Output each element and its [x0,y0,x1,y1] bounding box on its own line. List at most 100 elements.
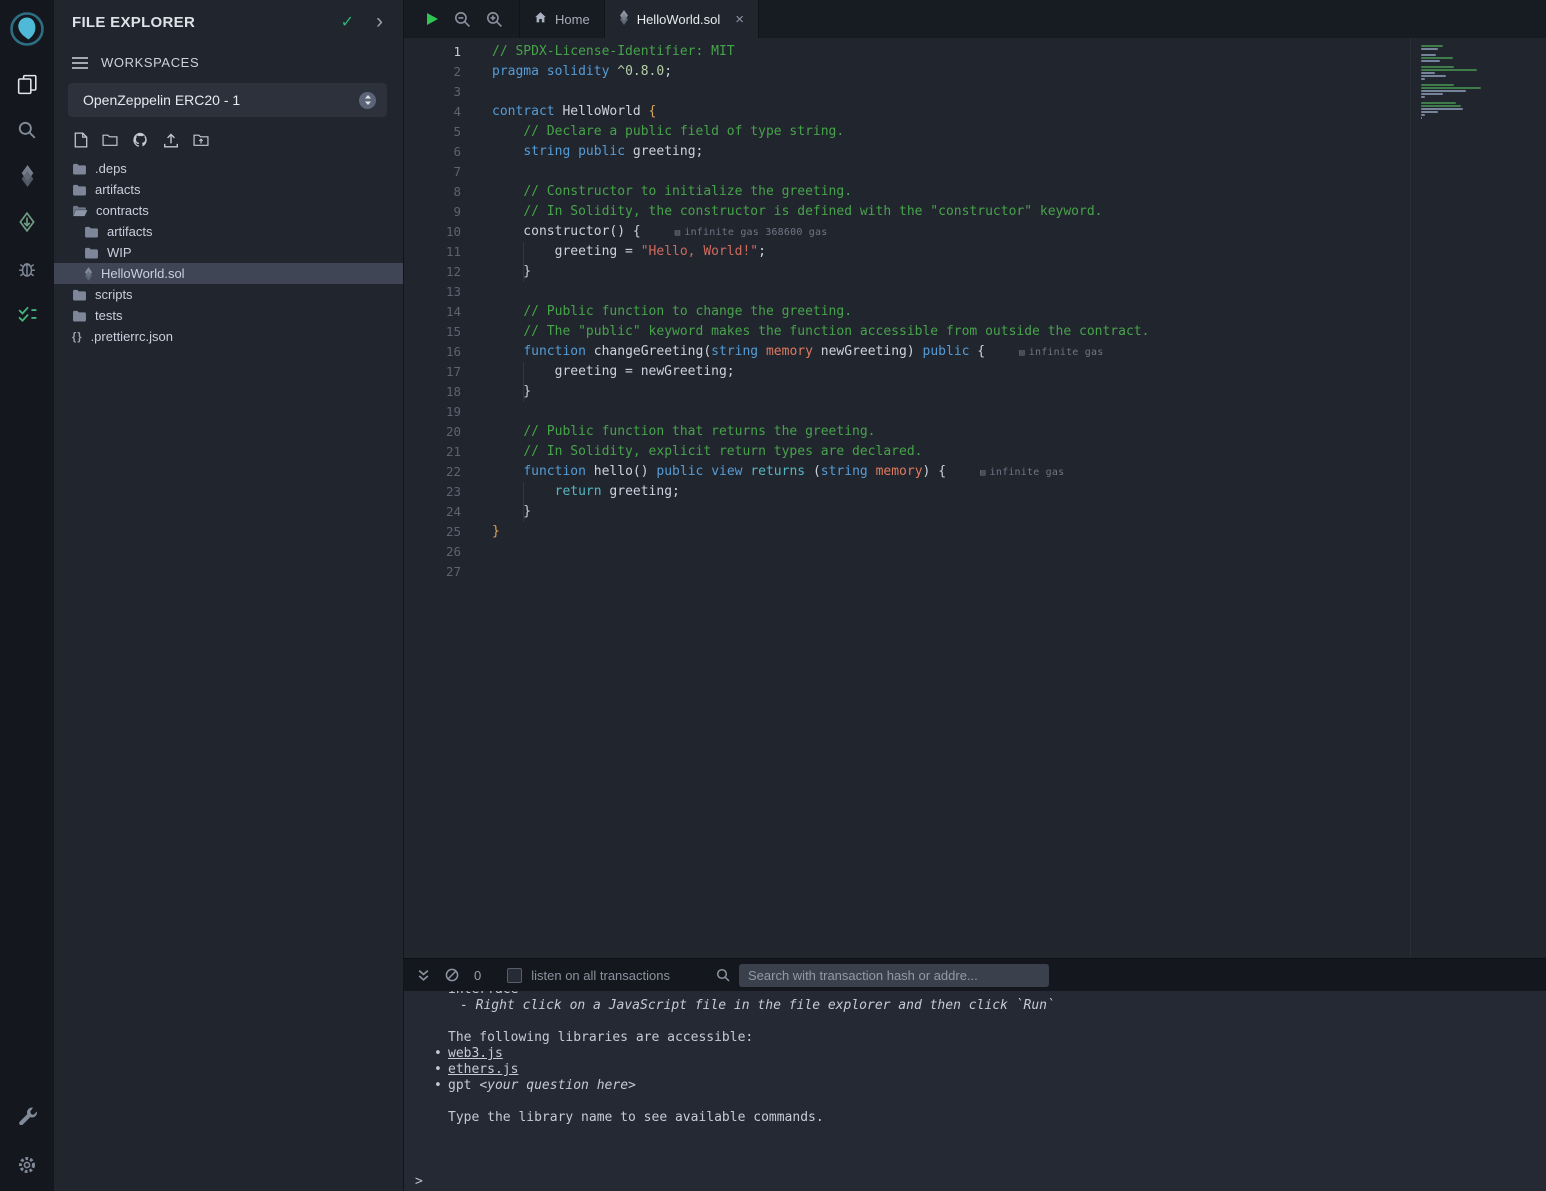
code-line[interactable]: 18 } [404,382,1546,402]
tree-item-label: .deps [95,161,127,176]
code-line[interactable]: 26 [404,542,1546,562]
code-line[interactable]: 13 [404,282,1546,302]
code-line[interactable]: 20 // Public function that returns the g… [404,422,1546,442]
solidity-compiler-icon[interactable] [15,164,39,188]
remix-logo[interactable] [8,8,46,50]
new-file-icon[interactable] [74,132,88,148]
code-line[interactable]: 11 greeting = "Hello, World!"; [404,242,1546,262]
code-line[interactable]: 16 function changeGreeting(string memory… [404,342,1546,362]
line-number: 25 [404,522,461,542]
terminal-search-input[interactable] [739,964,1049,987]
tree-item-artifacts[interactable]: artifacts [54,179,403,200]
debugger-icon[interactable] [15,256,39,280]
tree-item-artifacts[interactable]: artifacts [54,221,403,242]
workspace-switch-icon[interactable] [359,92,376,109]
workspace-select[interactable]: OpenZeppelin ERC20 - 1 [68,83,387,117]
code-editor[interactable]: 1// SPDX-License-Identifier: MIT2pragma … [404,38,1546,958]
code-line[interactable]: 19 [404,402,1546,422]
run-script-icon[interactable] [425,12,439,26]
tree-item-label: HelloWorld.sol [101,266,185,281]
code-line[interactable]: 1// SPDX-License-Identifier: MIT [404,42,1546,62]
code-line[interactable]: 15 // The "public" keyword makes the fun… [404,322,1546,342]
code-text: // In Solidity, the constructor is defin… [461,202,1103,222]
tree-item-helloworld-sol[interactable]: HelloWorld.sol [54,263,403,284]
code-line[interactable]: 6 string public greeting; [404,142,1546,162]
code-line[interactable]: 9 // In Solidity, the constructor is def… [404,202,1546,222]
settings-icon[interactable] [15,1153,39,1177]
minimap-line [1421,96,1425,98]
chevron-right-icon[interactable]: › [376,15,383,29]
plugin-manager-icon[interactable] [15,1103,39,1127]
code-text: // Declare a public field of type string… [461,122,844,142]
line-number: 18 [404,382,461,402]
solidity-file-icon [619,10,629,28]
tree-item-tests[interactable]: tests [54,305,403,326]
code-line[interactable]: 2pragma solidity ^0.8.0; [404,62,1546,82]
minimap[interactable] [1410,38,1546,958]
code-text [461,542,492,562]
publish-gist-icon[interactable] [163,133,179,148]
line-number: 10 [404,222,461,242]
code-line[interactable]: 21 // In Solidity, explicit return types… [404,442,1546,462]
code-line[interactable]: 8 // Constructor to initialize the greet… [404,182,1546,202]
file-explorer-icon[interactable] [15,72,39,96]
code-line[interactable]: 24 } [404,502,1546,522]
code-text: // Public function that returns the gree… [461,422,876,442]
code-line[interactable]: 3 [404,82,1546,102]
expand-terminal-icon[interactable] [417,969,430,982]
code-line[interactable]: 17 greeting = newGreeting; [404,362,1546,382]
folder-icon [84,247,99,259]
line-number: 24 [404,502,461,522]
line-number: 19 [404,402,461,422]
load-local-file-icon[interactable] [193,133,209,147]
code-text [461,162,492,182]
folder-open-icon [72,205,88,217]
line-number: 11 [404,242,461,262]
file-explorer-header: FILE EXPLORER ✓ › [54,0,403,32]
zoom-out-icon[interactable] [454,11,471,28]
code-line[interactable]: 10 constructor() {▤infinite gas 368600 g… [404,222,1546,242]
minimap-line [1421,51,1546,53]
new-folder-icon[interactable] [102,133,118,147]
tab-helloworld-sol[interactable]: HelloWorld.sol × [605,0,759,38]
terminal-line [448,1158,1546,1174]
code-line[interactable]: 5 // Declare a public field of type stri… [404,122,1546,142]
code-line[interactable]: 27 [404,562,1546,582]
code-line[interactable]: 25} [404,522,1546,542]
gas-icon: ▤ [980,468,986,478]
tree-item-deps[interactable]: .deps [54,158,403,179]
code-line[interactable]: 14 // Public function to change the gree… [404,302,1546,322]
listen-transactions-checkbox[interactable] [507,968,522,983]
tree-item-scripts[interactable]: scripts [54,284,403,305]
line-number: 17 [404,362,461,382]
code-line[interactable]: 7 [404,162,1546,182]
code-line[interactable]: 23 return greeting; [404,482,1546,502]
web3-js-link[interactable]: web3.js [448,1046,503,1061]
minimap-line [1421,48,1438,50]
code-text: contract HelloWorld { [461,102,656,122]
ethers-js-link[interactable]: ethers.js [448,1062,518,1077]
github-icon[interactable] [132,132,149,148]
tree-item-wip[interactable]: WIP [54,242,403,263]
close-icon[interactable]: × [735,11,744,28]
line-number: 6 [404,142,461,162]
tab-home[interactable]: Home [519,0,605,38]
check-icon[interactable]: ✓ [341,12,354,32]
code-line[interactable]: 22 function hello() public view returns … [404,462,1546,482]
deploy-run-icon[interactable] [15,210,39,234]
tree-item-contracts[interactable]: contracts [54,200,403,221]
unit-testing-icon[interactable] [15,302,39,326]
zoom-in-icon[interactable] [486,11,503,28]
terminal-line [448,1142,1546,1158]
line-number: 1 [404,42,461,62]
search-icon[interactable] [15,118,39,142]
code-text: return greeting; [461,482,680,502]
clear-console-icon[interactable] [445,968,459,982]
code-line[interactable]: 12 } [404,262,1546,282]
code-text: greeting = newGreeting; [461,362,735,382]
code-line[interactable]: 4contract HelloWorld { [404,102,1546,122]
tree-item-prettierrc-json[interactable]: {}.prettierrc.json [54,326,403,347]
workspaces-menu-icon[interactable] [72,57,88,69]
folder-icon [72,289,87,301]
minimap-line [1421,108,1463,110]
